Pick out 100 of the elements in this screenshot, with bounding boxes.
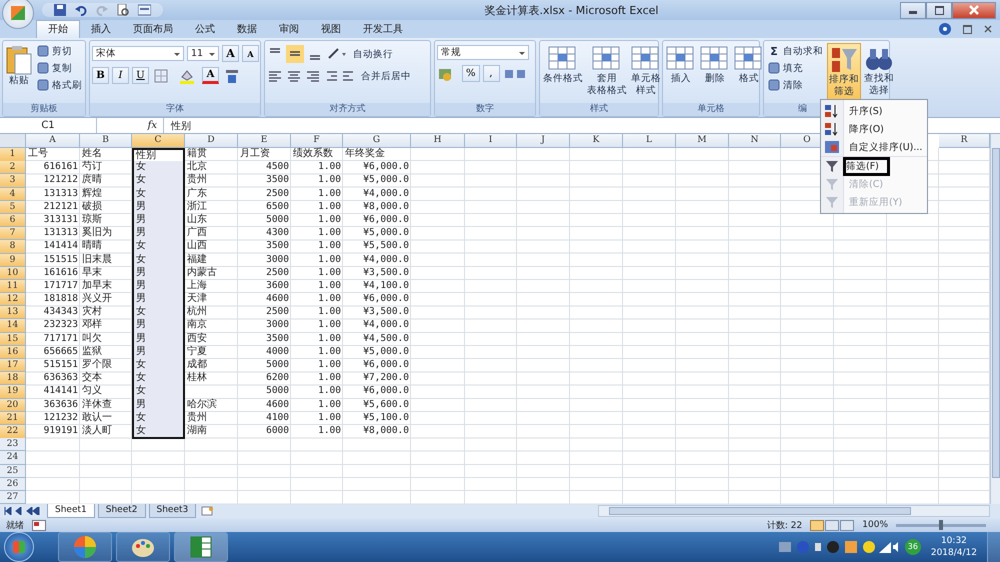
print-preview-icon[interactable] <box>117 4 129 16</box>
column-header[interactable]: E <box>238 134 291 148</box>
row-header[interactable]: 21 <box>0 412 26 425</box>
ribbon-button[interactable]: 单元格 样式 <box>630 43 662 99</box>
vertical-scrollbar[interactable] <box>990 134 1000 504</box>
row-header[interactable]: 27 <box>0 490 26 504</box>
row-header[interactable]: 5 <box>0 200 26 214</box>
column-header[interactable]: M <box>676 134 729 148</box>
taskbar-app[interactable] <box>58 532 112 562</box>
row-header[interactable]: 8 <box>0 240 26 254</box>
menu-item[interactable]: 升序(S) <box>847 104 884 118</box>
italic-button[interactable]: I <box>112 67 129 84</box>
row-header[interactable]: 23 <box>0 438 26 452</box>
help-icon[interactable] <box>939 23 951 35</box>
row-header[interactable]: 1 <box>0 148 26 162</box>
macro-record-icon[interactable] <box>32 520 46 530</box>
row-header[interactable]: 13 <box>0 306 26 320</box>
ribbon-tab[interactable]: 视图 <box>310 21 352 38</box>
row-header[interactable]: 10 <box>0 266 26 280</box>
column-header[interactable]: I <box>465 134 517 148</box>
ribbon-button[interactable]: 排序和 筛选 <box>827 43 861 101</box>
merge-center-button[interactable]: 合并后居中 <box>359 70 413 82</box>
row-header[interactable]: 17 <box>0 359 26 372</box>
new-sheet-icon[interactable] <box>199 506 216 516</box>
ribbon-button[interactable]: 查找和 选择 <box>863 43 895 99</box>
row-header[interactable]: 4 <box>0 188 26 201</box>
insert-function-button[interactable]: fx <box>97 118 164 133</box>
menu-item[interactable]: 降序(O) <box>847 122 886 136</box>
ribbon-button[interactable]: 套用 表格格式 <box>586 43 628 99</box>
clipboard-button[interactable]: 格式刷 <box>35 77 84 93</box>
row-header[interactable]: 18 <box>0 372 26 386</box>
restore-icon[interactable] <box>963 24 972 34</box>
row-header[interactable]: 9 <box>0 254 26 267</box>
save-icon[interactable] <box>54 4 66 16</box>
row-header[interactable]: 20 <box>0 398 26 412</box>
row-header[interactable]: 2 <box>0 161 26 174</box>
ribbon-button[interactable]: 插入 <box>665 43 697 87</box>
column-header[interactable]: D <box>185 134 238 148</box>
menu-item[interactable]: 筛选(F) <box>843 156 890 176</box>
row-header[interactable]: 11 <box>0 280 26 294</box>
taskbar-app[interactable] <box>174 532 228 562</box>
row-header[interactable]: 3 <box>0 174 26 188</box>
bold-button[interactable]: B <box>92 67 109 84</box>
column-header[interactable]: B <box>80 134 132 148</box>
sheet-tab[interactable]: Sheet3 <box>148 504 196 518</box>
row-header[interactable]: 16 <box>0 346 26 359</box>
minimize-button[interactable] <box>900 2 926 18</box>
column-header[interactable]: C <box>132 134 185 148</box>
name-box[interactable]: C1 <box>0 118 97 133</box>
view-buttons-icon[interactable] <box>810 520 854 530</box>
row-header[interactable]: 25 <box>0 464 26 478</box>
row-header[interactable]: 14 <box>0 319 26 333</box>
ribbon-button[interactable]: 条件格式 <box>542 43 584 87</box>
column-header[interactable]: K <box>570 134 623 148</box>
form-icon[interactable] <box>138 4 151 16</box>
paste-button[interactable]: 粘贴 <box>5 43 33 89</box>
font-color-button[interactable]: A <box>202 67 219 84</box>
number-format-field[interactable]: 常规 <box>437 45 529 60</box>
align-middle-icon[interactable] <box>286 45 304 63</box>
start-button[interactable] <box>4 532 34 562</box>
maximize-button[interactable] <box>926 2 952 18</box>
horizontal-scrollbar[interactable] <box>598 505 990 517</box>
ribbon-button[interactable]: 删除 <box>699 43 731 87</box>
row-header[interactable]: 12 <box>0 293 26 306</box>
editing-button[interactable]: 清除 <box>766 77 825 93</box>
ribbon-tab[interactable]: 数据 <box>226 21 268 38</box>
formula-field[interactable]: 性别 <box>164 118 191 132</box>
zoom-slider-thumb[interactable] <box>939 520 943 530</box>
column-header[interactable]: F <box>291 134 343 148</box>
column-header[interactable]: R <box>939 134 990 148</box>
row-header[interactable]: 26 <box>0 478 26 491</box>
percent-button[interactable]: % <box>462 65 480 82</box>
close-button[interactable] <box>952 2 996 18</box>
ribbon-tab[interactable]: 开发工具 <box>352 21 414 38</box>
tray-icons[interactable] <box>778 540 899 554</box>
row-header[interactable]: 19 <box>0 385 26 399</box>
undo-icon[interactable] <box>75 4 87 16</box>
office-button[interactable] <box>2 0 34 29</box>
column-header[interactable]: J <box>517 134 570 148</box>
ribbon-tab[interactable]: 页面布局 <box>122 21 184 38</box>
taskbar-app[interactable] <box>116 532 170 562</box>
editing-button[interactable]: Σ 自动求和 <box>766 43 825 59</box>
column-header[interactable]: N <box>729 134 781 148</box>
column-header[interactable]: G <box>343 134 411 148</box>
clipboard-button[interactable]: 剪切 <box>35 43 84 59</box>
menu-item[interactable]: 自定义排序(U)... <box>847 140 924 154</box>
column-header[interactable]: L <box>623 134 676 148</box>
row-header[interactable]: 6 <box>0 214 26 228</box>
underline-button[interactable]: U <box>132 67 149 84</box>
ribbon-tab[interactable]: 公式 <box>184 21 226 38</box>
ribbon-tab[interactable]: 插入 <box>80 21 122 38</box>
row-header[interactable]: 24 <box>0 451 26 464</box>
grow-font-button[interactable]: A <box>222 45 239 62</box>
row-header[interactable]: 7 <box>0 227 26 240</box>
ribbon-tab[interactable]: 开始 <box>36 20 80 38</box>
editing-button[interactable]: 填充 <box>766 60 825 76</box>
row-header[interactable]: 22 <box>0 424 26 439</box>
clipboard-button[interactable]: 复制 <box>35 60 84 76</box>
wrap-text-button[interactable]: 自动换行 <box>351 48 395 60</box>
ribbon-tab[interactable]: 审阅 <box>268 21 310 38</box>
